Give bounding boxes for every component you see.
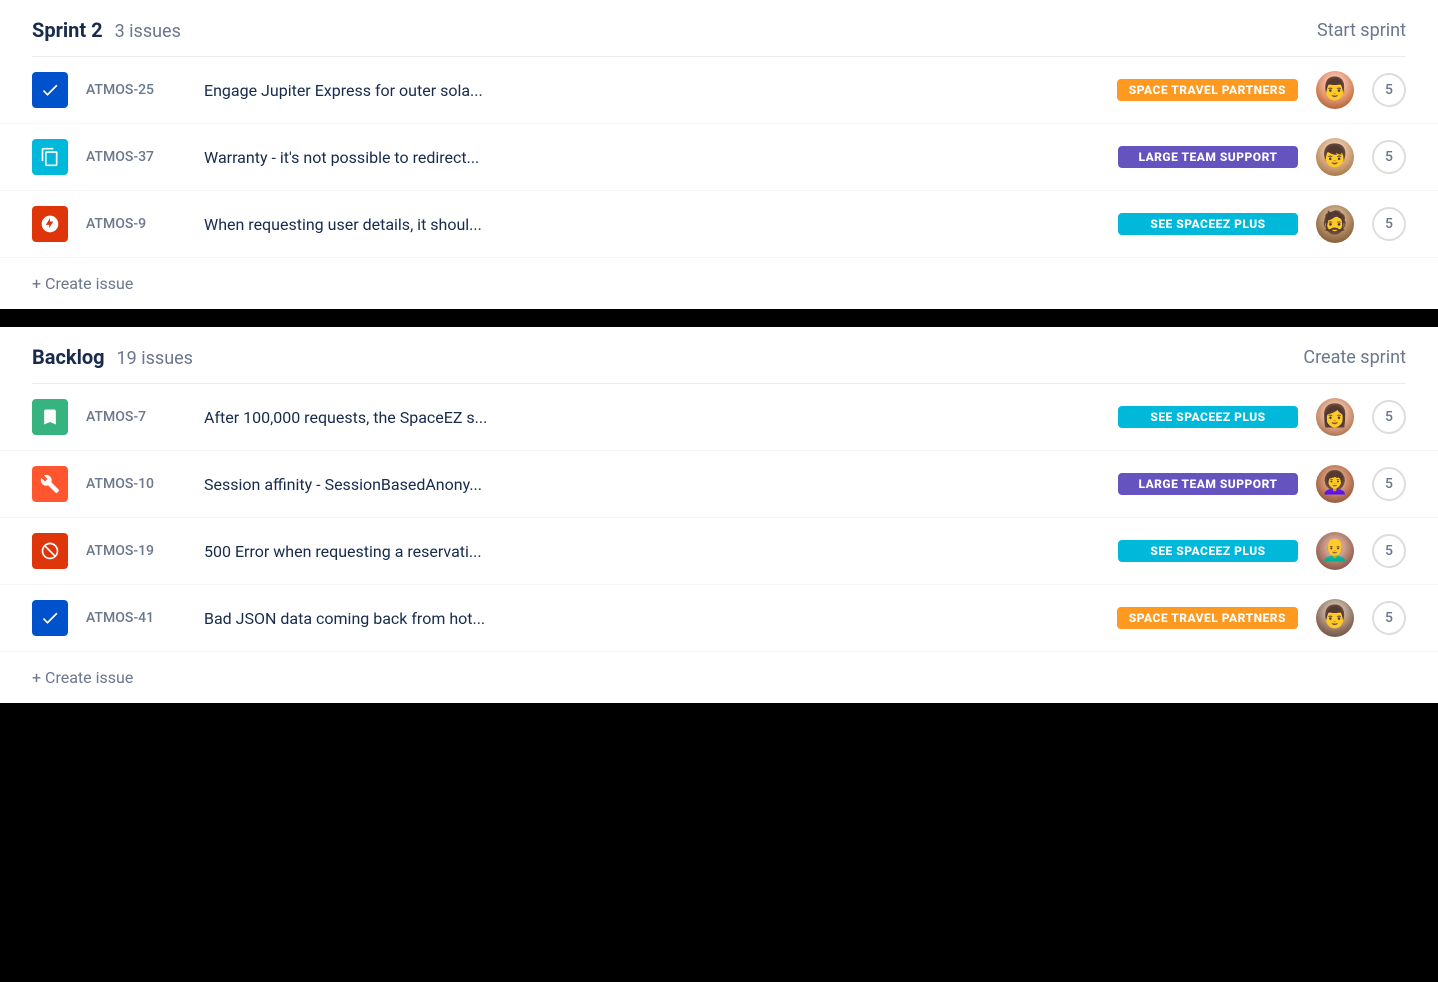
issue-title: Engage Jupiter Express for outer sola... (204, 81, 1099, 100)
issue-tag: SEE SPACEEZ PLUS (1118, 406, 1298, 428)
issue-icon-block (32, 206, 68, 242)
issue-tag: SPACE TRAVEL PARTNERS (1117, 607, 1298, 629)
issue-icon-block (32, 533, 68, 569)
issue-icon-copy (32, 139, 68, 175)
backlog-issue-row[interactable]: ATMOS-41 Bad JSON data coming back from … (0, 585, 1438, 652)
create-sprint-button[interactable]: Create sprint (1303, 347, 1406, 368)
assignee-avatar: 👨 (1316, 599, 1354, 637)
issue-id: ATMOS-9 (86, 216, 186, 232)
sprint-issue-row[interactable]: ATMOS-25 Engage Jupiter Express for oute… (0, 57, 1438, 124)
issue-id: ATMOS-37 (86, 149, 186, 165)
issue-tag: LARGE TEAM SUPPORT (1118, 473, 1298, 495)
issue-icon-checkmark (32, 72, 68, 108)
backlog-issue-row[interactable]: ATMOS-19 500 Error when requesting a res… (0, 518, 1438, 585)
issue-tag: SEE SPACEEZ PLUS (1118, 213, 1298, 235)
assignee-avatar: 👩‍🦱 (1316, 465, 1354, 503)
issue-title: Bad JSON data coming back from hot... (204, 609, 1099, 628)
issue-title: 500 Error when requesting a reservati... (204, 542, 1100, 561)
issue-id: ATMOS-41 (86, 610, 186, 626)
sprint-issue-row[interactable]: ATMOS-37 Warranty - it's not possible to… (0, 124, 1438, 191)
assignee-avatar: 🧔 (1316, 205, 1354, 243)
assignee-avatar: 👨 (1316, 71, 1354, 109)
backlog-create-issue[interactable]: + Create issue (0, 652, 165, 703)
story-points: 5 (1372, 73, 1406, 107)
issue-icon-wrench (32, 466, 68, 502)
issue-id: ATMOS-25 (86, 82, 186, 98)
issue-tag: SEE SPACEEZ PLUS (1118, 540, 1298, 562)
sprint-create-issue[interactable]: + Create issue (0, 258, 165, 309)
backlog-header: Backlog 19 issues Create sprint (0, 327, 1438, 383)
assignee-avatar: 👨‍🦲 (1316, 532, 1354, 570)
sprint-section: Sprint 2 3 issues Start sprint ATMOS-25 … (0, 0, 1438, 309)
backlog-issue-row[interactable]: ATMOS-7 After 100,000 requests, the Spac… (0, 384, 1438, 451)
issue-icon-bookmark (32, 399, 68, 435)
issue-tag: SPACE TRAVEL PARTNERS (1117, 79, 1298, 101)
issue-icon-checkmark (32, 600, 68, 636)
issue-title: Warranty - it's not possible to redirect… (204, 148, 1100, 167)
story-points: 5 (1372, 534, 1406, 568)
story-points: 5 (1372, 207, 1406, 241)
assignee-avatar: 👦 (1316, 138, 1354, 176)
issue-title: After 100,000 requests, the SpaceEZ s... (204, 408, 1100, 427)
assignee-avatar: 👩 (1316, 398, 1354, 436)
issue-id: ATMOS-19 (86, 543, 186, 559)
section-separator (0, 309, 1438, 327)
sprint-header: Sprint 2 3 issues Start sprint (0, 0, 1438, 56)
backlog-issue-row[interactable]: ATMOS-10 Session affinity - SessionBased… (0, 451, 1438, 518)
story-points: 5 (1372, 400, 1406, 434)
backlog-title: Backlog 19 issues (32, 345, 193, 369)
sprint-title: Sprint 2 3 issues (32, 18, 181, 42)
story-points: 5 (1372, 140, 1406, 174)
issue-title: When requesting user details, it shoul..… (204, 215, 1100, 234)
story-points: 5 (1372, 467, 1406, 501)
issue-title: Session affinity - SessionBasedAnony... (204, 475, 1100, 494)
issue-id: ATMOS-10 (86, 476, 186, 492)
start-sprint-button[interactable]: Start sprint (1317, 20, 1406, 41)
sprint-issue-row[interactable]: ATMOS-9 When requesting user details, it… (0, 191, 1438, 258)
issue-id: ATMOS-7 (86, 409, 186, 425)
backlog-section: Backlog 19 issues Create sprint ATMOS-7 … (0, 327, 1438, 703)
story-points: 5 (1372, 601, 1406, 635)
issue-tag: LARGE TEAM SUPPORT (1118, 146, 1298, 168)
